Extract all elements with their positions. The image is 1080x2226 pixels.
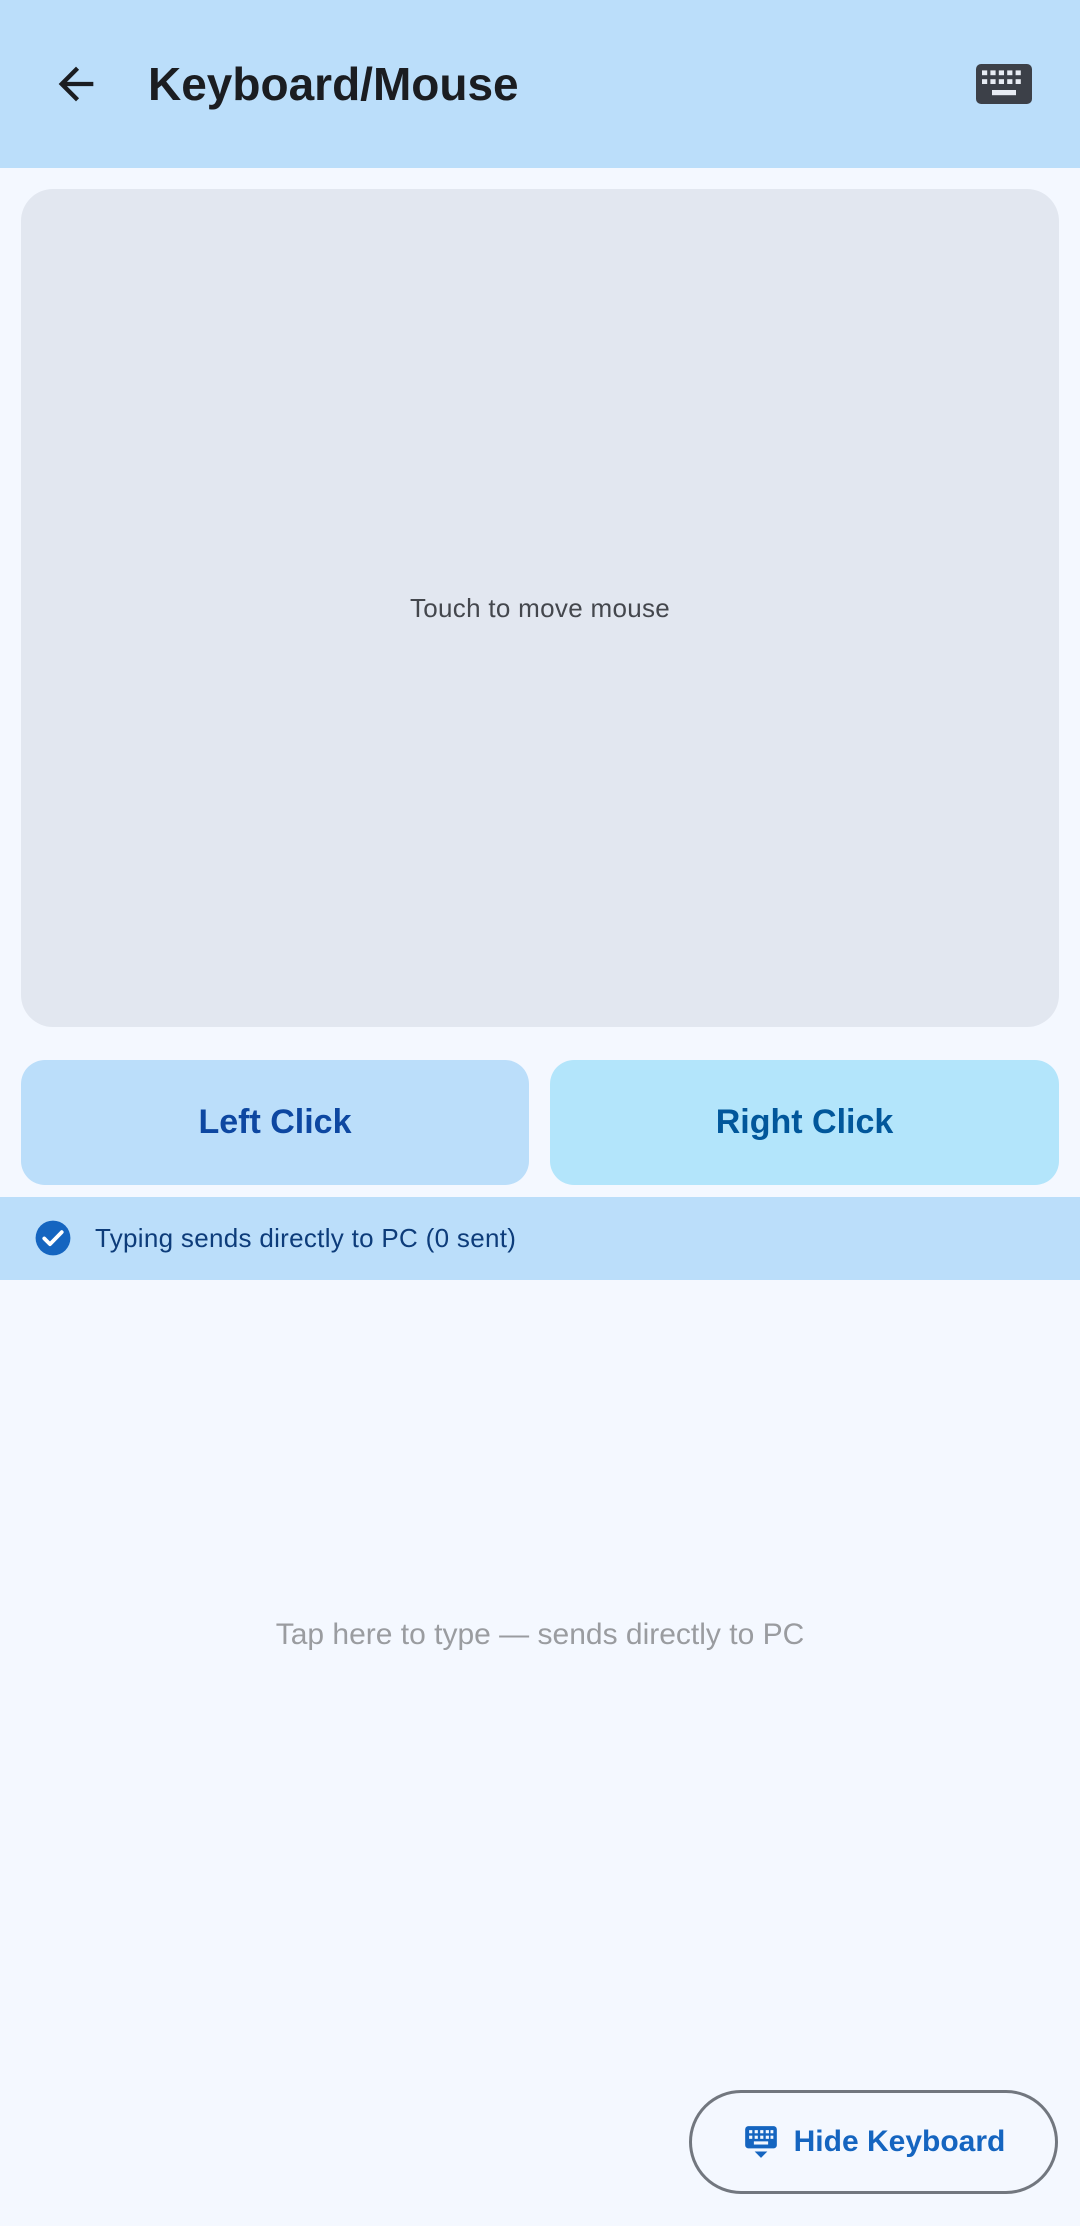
keyboard-mouse-screen: Keyboard/Mouse Touch to move mouse Left … [0,0,1080,2226]
check-circle-icon [35,1220,71,1256]
typing-placeholder: Tap here to type — sends directly to PC [275,1618,805,1651]
arrow-back-icon [58,66,94,102]
right-click-button[interactable]: Right Click [550,1060,1059,1185]
typing-input-area[interactable]: Tap here to type — sends directly to PC [0,1280,1080,2226]
keyboard-icon [976,64,1032,104]
typing-status-text: Typing sends directly to PC (0 sent) [95,1223,517,1253]
keyboard-hide-icon [744,2126,777,2158]
left-click-button[interactable]: Left Click [21,1060,529,1185]
page-title: Keyboard/Mouse [148,58,519,110]
hide-keyboard-button[interactable]: Hide Keyboard [689,2090,1058,2194]
hide-keyboard-label: Hide Keyboard [793,2125,1006,2158]
typing-status-banner: Typing sends directly to PC (0 sent) [0,1197,1080,1280]
touchpad-area[interactable]: Touch to move mouse [21,189,1059,1027]
keyboard-toggle-button[interactable] [964,44,1044,124]
top-app-bar: Keyboard/Mouse [0,0,1080,168]
back-button[interactable] [36,44,116,124]
touchpad-hint: Touch to move mouse [409,592,671,623]
